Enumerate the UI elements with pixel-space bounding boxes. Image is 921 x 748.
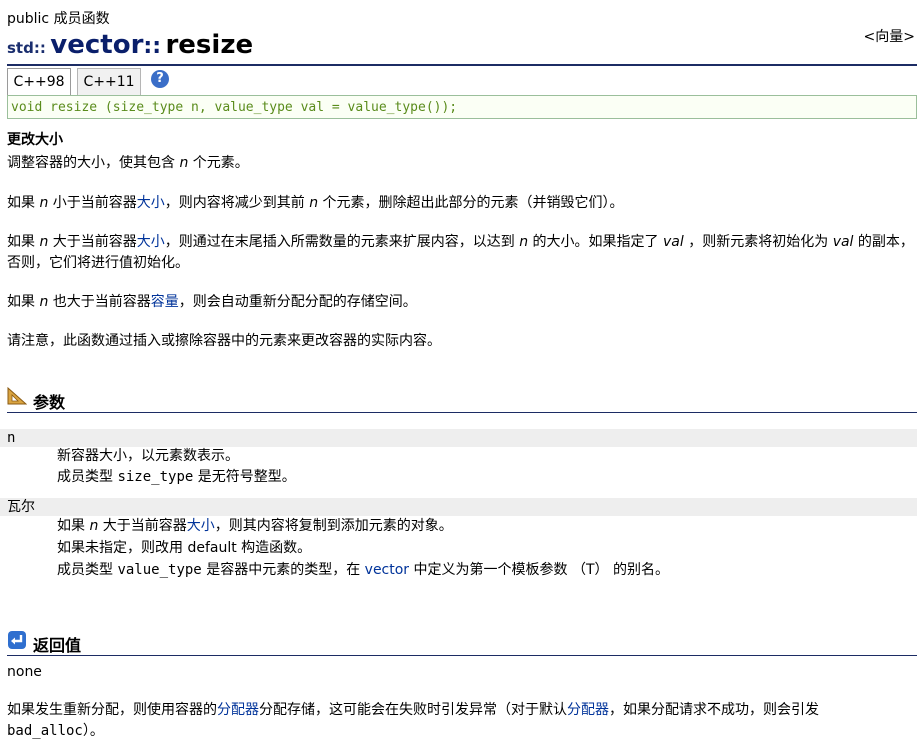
function-declaration: void resize (size_type n, value_type val…: [7, 95, 917, 119]
return-value-section-header: 返回值: [7, 629, 917, 656]
allocator-link[interactable]: 分配器: [217, 702, 259, 718]
param-n-line-2: 成员类型 size_type 是无符号整型。: [57, 469, 296, 485]
parameters-heading: 参数: [33, 393, 66, 412]
tab-cpp98[interactable]: C++98: [7, 68, 71, 95]
param-val-line-3: 成员类型 value_type 是容器中元素的类型，在 vector 中定义为第…: [57, 562, 669, 578]
member-kind-label: public 成员函数: [7, 11, 110, 27]
vector-link[interactable]: vector: [365, 562, 409, 578]
desc-paragraph-5: 请注意，此函数通过插入或擦除容器中的元素来更改容器的实际内容。: [7, 333, 441, 349]
desc-paragraph-1: 调整容器的大小，使其包含 n 个元素。: [7, 155, 249, 171]
title-class: vector: [50, 30, 144, 60]
title-member: resize: [165, 30, 254, 60]
code-bad-alloc: bad_alloc: [7, 723, 83, 739]
param-name-val: 瓦尔: [0, 498, 917, 516]
ruler-triangle-icon: [7, 387, 27, 405]
capacity-link[interactable]: 容量: [151, 294, 179, 310]
param-val-line-2: 如果未指定，则改用 default 构造函数。: [57, 540, 312, 556]
param-n-line-1: 新容器大小，以元素数表示。: [57, 448, 239, 464]
page-title: std:: vector:: resize: [7, 30, 253, 60]
return-value-none: none: [7, 664, 42, 680]
parameters-section-header: 参数: [7, 386, 917, 413]
return-arrow-icon: [8, 631, 26, 649]
param-val-line-1: 如果 n 大于当前容器大小，则其内容将复制到添加元素的对象。: [57, 518, 453, 534]
desc-paragraph-2: 如果 n 小于当前容器大小，则内容将减少到其前 n 个元素，删除超出此部分的元素…: [7, 195, 624, 211]
size-link[interactable]: 大小: [137, 195, 165, 211]
code-value-type: value_type: [117, 562, 202, 578]
help-icon[interactable]: ?: [151, 70, 169, 88]
size-link[interactable]: 大小: [187, 518, 215, 534]
return-value-paragraph: 如果发生重新分配，则使用容器的分配器分配存储，这可能会在失败时引发异常（对于默认…: [7, 702, 819, 739]
size-link[interactable]: 大小: [137, 234, 165, 250]
title-separator: ::: [143, 34, 162, 59]
allocator-link[interactable]: 分配器: [567, 702, 609, 718]
title-divider: [7, 64, 917, 66]
description-heading: 更改大小: [7, 132, 63, 148]
title-namespace: std::: [7, 39, 46, 57]
desc-paragraph-4: 如果 n 也大于当前容器容量，则会自动重新分配分配的存储空间。: [7, 294, 417, 310]
return-value-heading: 返回值: [33, 636, 82, 655]
code-size-type: size_type: [117, 469, 194, 485]
vector-header-link[interactable]: <向量>: [864, 26, 915, 46]
desc-paragraph-3: 如果 n 大于当前容器大小，则通过在末尾插入所需数量的元素来扩展内容，以达到 n…: [7, 234, 914, 271]
tab-cpp11[interactable]: C++11: [77, 68, 141, 95]
param-name-n: n: [0, 429, 917, 447]
